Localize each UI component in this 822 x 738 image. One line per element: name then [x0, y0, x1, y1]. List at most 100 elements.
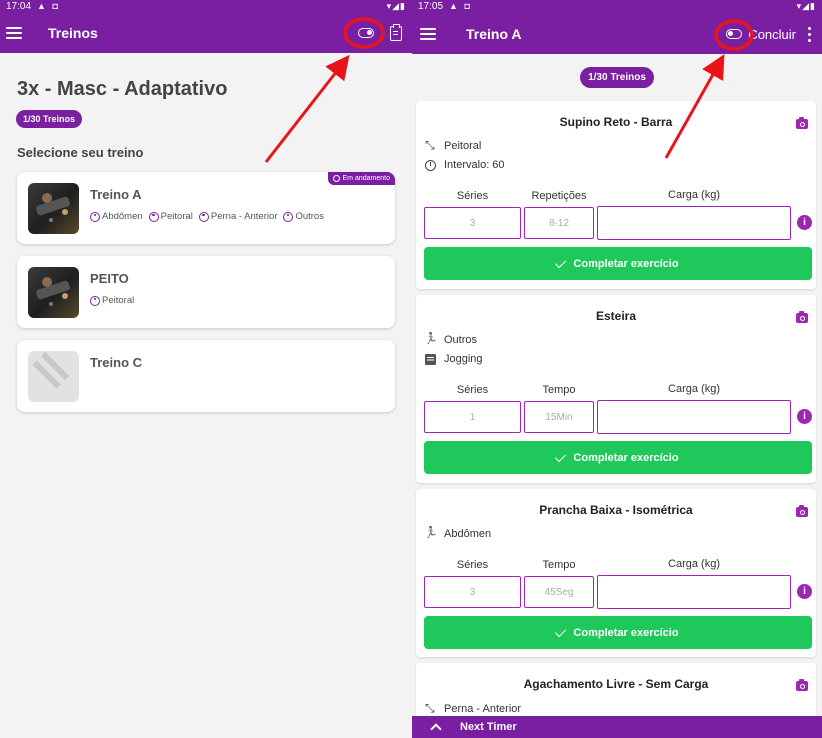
next-timer-bar[interactable]: Next Timer — [412, 716, 822, 738]
load-label: Carga (kg) — [668, 383, 720, 395]
timer-icon — [425, 159, 436, 171]
muscle-tag-label: Perna - Anterior — [210, 211, 278, 222]
camera-icon[interactable] — [796, 311, 808, 323]
exercise-info-text: Jogging — [444, 353, 483, 365]
more-options-icon[interactable] — [808, 26, 812, 42]
next-timer-label: Next Timer — [460, 721, 517, 733]
workout-list-sheet: 3x - Masc - Adaptativo 1/30 Treinos Sele… — [0, 53, 412, 738]
complete-exercise-label: Completar exercício — [573, 257, 679, 270]
app-bar: Treinos — [0, 13, 412, 53]
camera-icon[interactable] — [796, 117, 808, 129]
sets-label: Séries — [456, 190, 489, 202]
sets-label: Séries — [456, 559, 489, 571]
complete-exercise-button[interactable]: Completar exercício — [424, 616, 812, 649]
sets-field[interactable]: 3 — [424, 207, 521, 239]
exercise-info-row: Peitoral — [425, 138, 482, 153]
arrows-icon — [425, 138, 436, 153]
body-icon — [148, 211, 159, 222]
conclude-button[interactable]: Concluir — [748, 27, 796, 42]
camera-icon[interactable] — [796, 679, 808, 691]
check-icon — [555, 625, 567, 637]
toggle-icon[interactable] — [726, 29, 743, 39]
exercise-card: Esteira Outros Jogging Séries Tempo Carg… — [416, 295, 816, 483]
workout-name: Treino A — [90, 187, 142, 202]
clock-icon — [332, 175, 340, 182]
workout-card[interactable]: Treino A Em andamento Abdômen Peitoral P… — [17, 172, 395, 244]
exercise-info-row: Outros — [425, 334, 477, 346]
muscle-tag-label: Abdômen — [102, 211, 143, 222]
workout-name: Treino C — [90, 355, 143, 370]
exercise-name: Supino Reto - Barra — [559, 115, 673, 129]
complete-exercise-button[interactable]: Completar exercício — [424, 441, 812, 474]
muscle-tag: Perna - Anterior — [198, 211, 278, 222]
body-icon — [283, 211, 294, 222]
time-field[interactable]: 15Min — [524, 401, 594, 433]
exercise-info-row: Jogging — [425, 353, 483, 365]
app-bar-title: Treino A — [466, 26, 522, 42]
workout-card[interactable]: Treino C — [17, 340, 395, 412]
complete-exercise-button[interactable]: Completar exercício — [424, 247, 812, 280]
muscle-tag: Outros — [283, 211, 324, 222]
status-bar: 17:04 ▲ ◘ ▾◢▮ — [0, 0, 412, 13]
select-workout-label: Selecione seu treino — [17, 145, 144, 160]
status-time: 17:04 — [6, 1, 32, 12]
reps-field[interactable]: 8-12 — [524, 207, 594, 239]
time-field[interactable]: 45Seg — [524, 576, 594, 608]
check-icon — [555, 450, 567, 462]
exercise-info-text: Intervalo: 60 — [444, 159, 505, 171]
muscle-tag-label: Outros — [295, 211, 324, 222]
status-badge: Em andamento — [327, 172, 395, 185]
workout-card[interactable]: PEITO Peitoral — [17, 256, 395, 328]
status-bar: 17:05 ▲ ◘ ▾◢▮ — [412, 0, 822, 13]
load-label: Carga (kg) — [668, 558, 720, 570]
status-alert-icons: ▲ ◘ — [37, 1, 60, 11]
workout-name: PEITO — [90, 271, 129, 286]
exercise-info-row: Abdômen — [425, 528, 491, 540]
sets-field[interactable]: 1 — [424, 401, 521, 433]
exercise-info-text: Perna - Anterior — [444, 703, 522, 715]
muscle-tag-label: Peitoral — [102, 295, 135, 306]
clipboard-icon[interactable] — [390, 23, 402, 41]
body-icon — [90, 295, 100, 306]
muscle-tag: Peitoral — [148, 211, 193, 222]
program-title: 3x - Masc - Adaptativo — [17, 78, 228, 100]
sets-field[interactable]: 3 — [424, 576, 521, 608]
info-icon[interactable]: i — [797, 409, 812, 424]
exercise-name: Esteira — [595, 309, 637, 323]
exercise-info-text: Peitoral — [444, 140, 482, 152]
app-bar-title: Treinos — [48, 25, 98, 41]
camera-icon[interactable] — [796, 505, 808, 517]
placeholder-image-icon — [28, 351, 79, 402]
status-alert-icons: ▲ ◘ — [449, 1, 472, 11]
menu-icon[interactable] — [420, 24, 442, 44]
exercise-card: Agachamento Livre - Sem Carga Perna - An… — [416, 663, 816, 723]
load-input[interactable] — [597, 400, 791, 434]
load-input[interactable] — [597, 575, 791, 609]
workout-thumbnail — [28, 183, 79, 234]
left-screen: 17:04 ▲ ◘ ▾◢▮ Treinos 3x - Masc - Adapta… — [0, 0, 412, 738]
body-icon — [90, 211, 100, 222]
status-signal-icons: ▾◢▮ — [796, 1, 816, 11]
muscle-tags: Peitoral — [90, 295, 134, 306]
load-input[interactable] — [597, 206, 791, 240]
exercise-card: Prancha Baixa - Isométrica Abdômen Série… — [416, 489, 816, 657]
check-icon — [555, 256, 567, 268]
muscle-tag-label: Peitoral — [160, 211, 193, 222]
progress-pill: 1/30 Treinos — [580, 67, 654, 88]
exercise-name: Prancha Baixa - Isométrica — [539, 503, 693, 517]
info-icon[interactable]: i — [797, 584, 812, 599]
complete-exercise-label: Completar exercício — [573, 451, 679, 464]
toggle-icon[interactable] — [358, 28, 374, 38]
info-icon[interactable]: i — [797, 215, 812, 230]
exercise-card: Supino Reto - Barra Peitoral Intervalo: … — [416, 101, 816, 289]
status-badge-label: Em andamento — [342, 175, 390, 182]
run-icon — [425, 529, 436, 540]
menu-icon[interactable] — [6, 23, 28, 43]
run-icon — [425, 335, 436, 346]
time-label: Tempo — [542, 559, 576, 571]
exercise-info-row: Perna - Anterior — [425, 701, 522, 716]
status-signal-icons: ▾◢▮ — [386, 1, 406, 11]
arrows-icon — [425, 701, 436, 716]
progress-pill-wrap: 1/30 Treinos — [412, 67, 822, 88]
muscle-tag: Peitoral — [90, 295, 134, 306]
